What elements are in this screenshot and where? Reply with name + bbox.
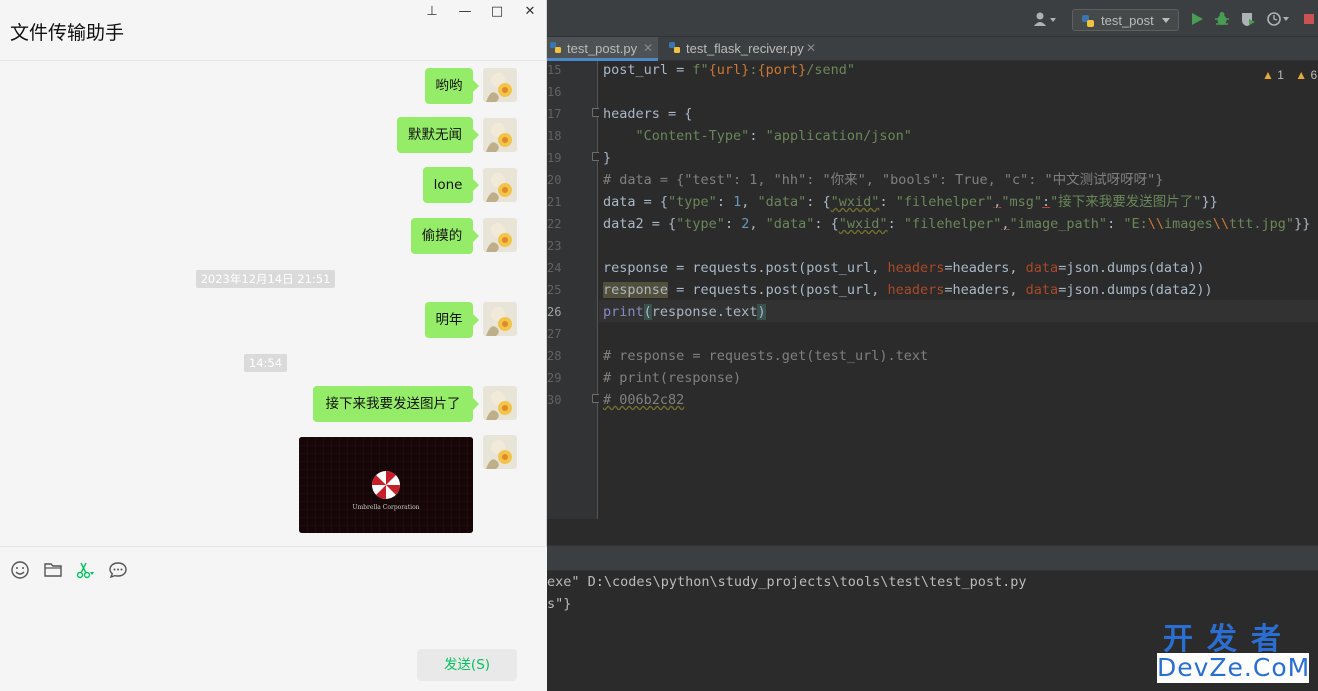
ide-toolbar: test_post bbox=[547, 0, 1318, 37]
chat-history-icon[interactable] bbox=[108, 560, 128, 580]
watermark-bottom-text: DevZe.CoM bbox=[1157, 653, 1311, 683]
warning-icon: ▲ bbox=[1262, 68, 1274, 82]
weak-warning-icon: ▲ bbox=[1295, 68, 1308, 82]
pin-icon[interactable]: ⊥ bbox=[424, 4, 440, 20]
line-number: 24 bbox=[547, 261, 562, 275]
image-message[interactable]: Umbrella Corporation bbox=[299, 437, 473, 533]
message-input-area[interactable]: 发送(S) bbox=[0, 546, 547, 691]
line-number: 23 bbox=[547, 239, 562, 253]
stop-icon[interactable] bbox=[1303, 11, 1315, 27]
code-editor[interactable]: post_url = f"{url}:{port}/send" headers … bbox=[599, 61, 1318, 519]
send-button[interactable]: 发送(S) bbox=[417, 649, 517, 681]
line-number: 15 bbox=[547, 63, 562, 77]
tab-test-post[interactable]: test_post.py ✕ bbox=[547, 37, 658, 61]
code-line-15: post_url = f"{url}:{port}/send" bbox=[603, 62, 856, 78]
folder-icon[interactable] bbox=[43, 560, 63, 580]
run-tool-window-header bbox=[547, 545, 1318, 571]
message-list[interactable]: 哟哟 默默无闻 lone 偷摸的 2023年12月14日 21:51 明年 14… bbox=[0, 61, 547, 546]
devze-watermark: 开发者 DevZe.CoM bbox=[1157, 623, 1309, 683]
message-bubble[interactable]: lone bbox=[423, 167, 479, 203]
coverage-icon[interactable] bbox=[1240, 11, 1256, 27]
python-file-icon bbox=[669, 42, 680, 53]
profile-icon[interactable] bbox=[1267, 11, 1291, 27]
line-number: 28 bbox=[547, 349, 562, 363]
emoji-icon[interactable] bbox=[10, 560, 30, 580]
timestamp: 14:54 bbox=[244, 354, 287, 372]
editor-tab-bar: test_post.py ✕ test_flask_reciver.py ✕ bbox=[547, 37, 1318, 61]
code-line-24: response = requests.post(post_url, heade… bbox=[603, 260, 1205, 276]
code-line-28: # response = requests.get(test_url).text bbox=[603, 348, 929, 364]
line-number: 19 bbox=[547, 151, 562, 165]
message-bubble[interactable]: 明年 bbox=[425, 302, 479, 338]
line-number: 17 bbox=[547, 107, 562, 121]
debug-icon[interactable] bbox=[1214, 11, 1230, 27]
avatar[interactable] bbox=[483, 386, 517, 420]
avatar[interactable] bbox=[483, 435, 517, 469]
code-line-20: # data = {"test": 1, "hh": "你来", "bools"… bbox=[603, 172, 1164, 188]
avatar[interactable] bbox=[483, 118, 517, 152]
image-caption: Umbrella Corporation bbox=[352, 504, 420, 511]
chevron-down-icon bbox=[1162, 18, 1170, 23]
code-line-17: headers = { bbox=[603, 106, 693, 122]
avatar[interactable] bbox=[483, 68, 517, 102]
user-icon[interactable] bbox=[1033, 11, 1057, 27]
scissors-icon[interactable] bbox=[75, 560, 95, 580]
code-line-18: "Content-Type": "application/json" bbox=[635, 128, 912, 144]
line-number: 27 bbox=[547, 327, 562, 341]
warning-count: 1 bbox=[1277, 68, 1284, 82]
chat-title: 文件传输助手 bbox=[10, 22, 125, 44]
code-line-22: data2 = {"type": 2, "data": {"wxid": "fi… bbox=[603, 216, 1311, 232]
wechat-window: 文件传输助手 ⊥ — □ ✕ 哟哟 默默无闻 lone 偷摸的 2023年12月… bbox=[0, 0, 547, 691]
line-number: 25 bbox=[547, 283, 562, 297]
timestamp: 2023年12月14日 21:51 bbox=[196, 270, 335, 288]
message-bubble[interactable]: 默默无闻 bbox=[397, 117, 479, 153]
ide-window: test_post test_post.py ✕ test_flask_reci… bbox=[547, 0, 1318, 691]
line-number: 21 bbox=[547, 195, 562, 209]
current-line-number: 26 bbox=[547, 305, 562, 319]
tab-test-flask-reciver[interactable]: test_flask_reciver.py ✕ bbox=[666, 37, 820, 61]
line-number: 20 bbox=[547, 173, 562, 187]
tab-label: test_flask_reciver.py bbox=[686, 41, 804, 56]
line-number: 16 bbox=[547, 85, 562, 99]
close-icon[interactable]: ✕ bbox=[806, 37, 816, 60]
line-number: 18 bbox=[547, 129, 562, 143]
python-file-icon bbox=[550, 42, 561, 53]
line-number: 29 bbox=[547, 371, 562, 385]
avatar[interactable] bbox=[483, 218, 517, 252]
run-icon[interactable] bbox=[1189, 11, 1205, 27]
code-line-19: } bbox=[603, 150, 612, 166]
code-line-26: print(response.text) bbox=[603, 304, 766, 320]
line-number: 22 bbox=[547, 217, 562, 231]
message-bubble[interactable]: 偷摸的 bbox=[411, 218, 479, 254]
line-number: 30 bbox=[547, 393, 562, 407]
console-line: exe" D:\codes\python\study_projects\tool… bbox=[547, 574, 1027, 590]
close-icon[interactable]: ✕ bbox=[643, 37, 653, 60]
python-icon bbox=[1082, 15, 1094, 27]
code-line-30: # 006b2c82 bbox=[603, 392, 685, 408]
line-number-gutter: 15 16 17 18 19 20 21 22 23 24 25 26 27 2… bbox=[547, 61, 601, 519]
maximize-button[interactable]: □ bbox=[489, 4, 505, 20]
code-line-25: response = requests.post(post_url, heade… bbox=[603, 282, 1213, 298]
weak-warning-count: 6 bbox=[1310, 68, 1318, 82]
message-bubble[interactable]: 哟哟 bbox=[425, 68, 479, 104]
run-config-label: test_post bbox=[1101, 13, 1154, 28]
avatar[interactable] bbox=[483, 168, 517, 202]
umbrella-corporation-logo bbox=[299, 437, 473, 533]
inspection-widget[interactable]: ▲ 1 ▲ 6 bbox=[1262, 68, 1317, 82]
chat-header: 文件传输助手 ⊥ — □ ✕ bbox=[0, 0, 547, 61]
code-line-21: data = {"type": 1, "data": {"wxid": "fil… bbox=[603, 194, 1218, 210]
close-button[interactable]: ✕ bbox=[522, 4, 538, 20]
code-line-29: # print(response) bbox=[603, 370, 742, 386]
message-bubble[interactable]: 接下来我要发送图片了 bbox=[313, 386, 479, 422]
avatar[interactable] bbox=[483, 302, 517, 336]
run-config-selector[interactable]: test_post bbox=[1072, 9, 1179, 31]
tab-label: test_post.py bbox=[567, 41, 638, 56]
console-line: s"} bbox=[547, 596, 572, 612]
watermark-top-text: 开发者 bbox=[1163, 622, 1295, 657]
minimize-button[interactable]: — bbox=[457, 4, 473, 20]
